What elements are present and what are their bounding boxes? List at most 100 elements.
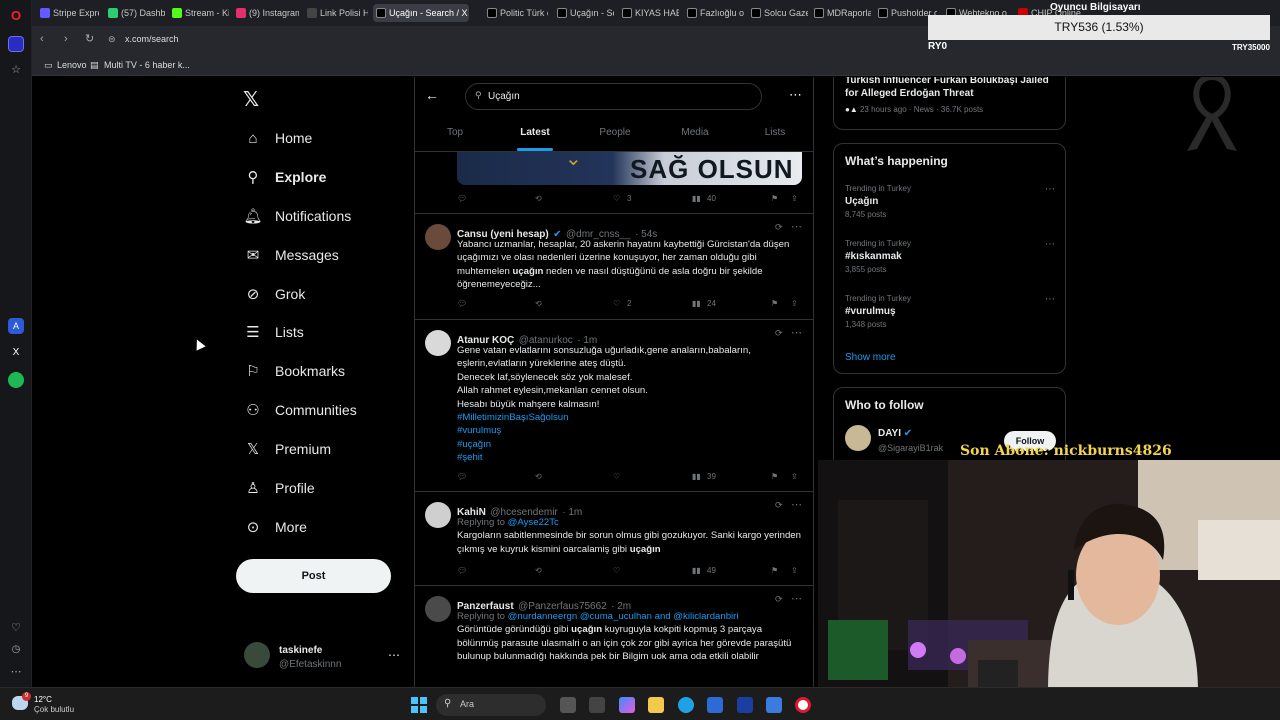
forward-arrow-icon[interactable]: › — [64, 33, 68, 45]
share-icon[interactable]: ⇪ — [791, 566, 798, 575]
views-icon[interactable]: ▮▮ — [692, 194, 701, 203]
post-button[interactable]: Post — [236, 559, 391, 593]
show-more-link[interactable]: Show more — [845, 352, 896, 363]
bookmark-multitv[interactable]: Multi TV - 6 haber k... — [104, 58, 190, 72]
hashtag-link[interactable]: #vurulmuş — [457, 424, 803, 437]
like-icon[interactable]: ♡ — [613, 194, 620, 203]
reply-icon[interactable]: 💬︎ — [457, 299, 467, 308]
sidebar-item-notifications[interactable]: 🔔︎ Notifications — [243, 198, 351, 234]
windows-start-icon[interactable] — [411, 697, 427, 713]
share-icon[interactable]: ⇪ — [791, 299, 798, 308]
edge-icon[interactable] — [678, 697, 694, 713]
views-icon[interactable]: ▮▮ — [692, 299, 701, 308]
hashtag-link[interactable]: #MilletimizinBaşıSağolsun — [457, 411, 803, 424]
more-dots-icon[interactable]: ⋯ — [8, 664, 24, 680]
browser-tab[interactable]: Fazlıoğlu on — [684, 4, 744, 22]
spotify-icon[interactable] — [8, 372, 24, 388]
sidebar-item-communities[interactable]: ⚇ Communities — [243, 392, 356, 428]
trend-item[interactable]: Trending in Turkey Uçağın 8,745 posts ⋯ — [845, 184, 1055, 222]
news-title[interactable]: Turkish Influencer Furkan Bolukbaşı Jail… — [845, 77, 1055, 100]
bookmark-icon[interactable]: ⚑ — [771, 566, 778, 575]
follow-suggestion-name[interactable]: DAYI ✔ — [878, 428, 912, 439]
history-icon[interactable]: ◷ — [8, 642, 24, 658]
grok-icon[interactable]: ⟳ — [775, 500, 783, 511]
app-icon[interactable]: A — [8, 318, 24, 334]
share-icon[interactable]: ⇪ — [791, 194, 798, 203]
views-icon[interactable]: ▮▮ — [692, 566, 701, 575]
x-app-icon[interactable]: X — [8, 345, 24, 361]
trend-more-icon[interactable]: ⋯ — [1045, 294, 1055, 305]
avatar[interactable] — [425, 224, 451, 250]
mail-app-icon[interactable] — [766, 697, 782, 713]
account-avatar[interactable] — [244, 642, 270, 668]
browser-tab[interactable]: Link Polisi H — [304, 4, 368, 22]
store-icon[interactable] — [707, 697, 723, 713]
bookmark-icon[interactable]: ⚑ — [771, 299, 778, 308]
browser-tab[interactable]: (57) Dashbo — [105, 4, 165, 22]
browser-tab[interactable]: Uçağın - Sea — [554, 4, 614, 22]
star-icon[interactable]: ☆ — [8, 62, 24, 78]
sidebar-item-home[interactable]: ⌂ Home — [243, 120, 312, 156]
views-icon[interactable]: ▮▮ — [692, 472, 701, 481]
sidebar-item-grok[interactable]: ⊘ Grok — [243, 276, 306, 312]
reply-mention-link[interactable]: @Ayse22Tc — [508, 517, 559, 528]
sidebar-item-messages[interactable]: ✉ Messages — [243, 237, 339, 273]
site-info-icon[interactable]: ⊜ — [108, 34, 116, 45]
browser-tab[interactable]: Politic Türk o — [484, 4, 548, 22]
tweet-item[interactable]: Cansu (yeni hesap) ✔ @dmr_cnss__ · 54s ⟳… — [415, 214, 813, 320]
tweet-item[interactable]: KahiN @hcesendemir · 1m ⟳ ⋯ Replying to … — [415, 492, 813, 586]
tweet-more-icon[interactable]: ⋯ — [791, 592, 802, 605]
retweet-icon[interactable]: ⟲ — [535, 194, 542, 203]
tab-lists[interactable]: Lists — [735, 121, 815, 151]
sidebar-item-explore[interactable]: ⚲ Explore — [243, 159, 327, 195]
tweet-item[interactable]: Atanur KOÇ @atanurkoc · 1m ⟳ ⋯ Gene vata… — [415, 320, 813, 492]
sidebar-item-profile[interactable]: ♙ Profile — [243, 470, 314, 506]
sidebar-item-more[interactable]: ⊙ More — [243, 509, 307, 545]
home-workspace-icon[interactable] — [8, 36, 24, 52]
avatar[interactable] — [425, 596, 451, 622]
grok-icon[interactable]: ⟳ — [775, 222, 783, 233]
grok-icon[interactable]: ⟳ — [775, 594, 783, 605]
tab-people[interactable]: People — [575, 121, 655, 151]
trend-item[interactable]: Trending in Turkey #vurulmuş 1,348 posts ⋯ — [845, 294, 1055, 332]
tweet-more-icon[interactable]: ⋯ — [791, 220, 802, 233]
browser-tab[interactable]: (9) Instagram — [233, 4, 299, 22]
back-arrow-icon[interactable]: ‹ — [40, 33, 44, 45]
browser-tab[interactable]: MDRaporlar — [811, 4, 871, 22]
trend-more-icon[interactable]: ⋯ — [1045, 239, 1055, 250]
avatar[interactable] — [425, 330, 451, 356]
retweet-icon[interactable]: ⟲ — [535, 566, 542, 575]
retweet-icon[interactable]: ⟲ — [535, 472, 542, 481]
widgets-icon[interactable] — [560, 697, 576, 713]
sidebar-item-lists[interactable]: ☰ Lists — [243, 314, 304, 350]
tweet-item[interactable]: Panzerfaust @Panzerfaus75662 · 2m ⟳ ⋯ Re… — [415, 586, 813, 687]
trend-item[interactable]: Trending in Turkey #kıskanmak 3,855 posts ⋯ — [845, 239, 1055, 277]
reload-icon[interactable]: ↻ — [85, 32, 94, 45]
heart-icon[interactable]: ♡ — [8, 620, 24, 636]
task-view-icon[interactable] — [589, 697, 605, 713]
account-menu-icon[interactable]: ⋯ — [388, 648, 400, 662]
browser-tab[interactable]: Solcu Gazete — [748, 4, 808, 22]
like-icon[interactable]: ♡ — [613, 299, 620, 308]
tab-top[interactable]: Top — [415, 121, 495, 151]
tweet-more-icon[interactable]: ⋯ — [791, 326, 802, 339]
bookmark-icon[interactable]: ⚑ — [771, 472, 778, 481]
opera-taskbar-icon[interactable] — [795, 697, 811, 713]
file-explorer-icon[interactable] — [648, 697, 664, 713]
copilot-icon[interactable] — [619, 697, 635, 713]
like-icon[interactable]: ♡ — [613, 472, 620, 481]
opera-logo-icon[interactable]: O — [8, 8, 24, 24]
trend-more-icon[interactable]: ⋯ — [1045, 184, 1055, 195]
sidebar-item-bookmarks[interactable]: ⚐ Bookmarks — [243, 353, 345, 389]
reply-icon[interactable]: 💬︎ — [457, 472, 467, 481]
browser-tab[interactable]: KIYAS HABER — [619, 4, 679, 22]
tweet-item[interactable]: ⌄ SAĞ OLSUN 💬︎ ⟲ ♡ 3 ▮▮ 40 ⚑ ⇪ — [415, 152, 813, 214]
bookmark-lenovo[interactable]: Lenovo — [57, 58, 87, 72]
avatar[interactable] — [845, 425, 871, 451]
tweet-more-icon[interactable]: ⋯ — [791, 498, 802, 511]
avatar[interactable] — [425, 502, 451, 528]
reply-icon[interactable]: 💬︎ — [457, 566, 467, 575]
reply-icon[interactable]: 💬︎ — [457, 194, 467, 203]
sidebar-item-premium[interactable]: 𝕏 Premium — [243, 431, 331, 467]
search-input[interactable]: ⚲ Uçağın — [465, 83, 762, 110]
